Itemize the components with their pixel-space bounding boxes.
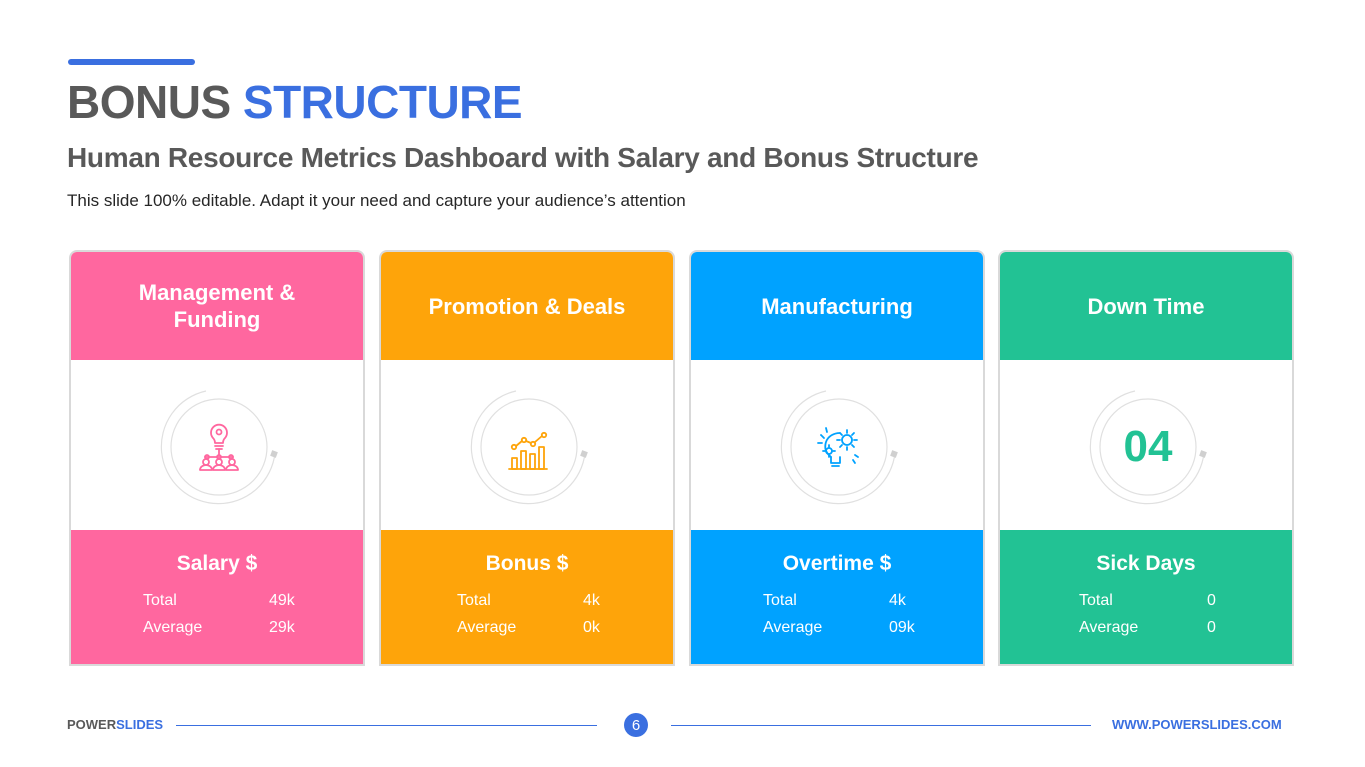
stat-value: 0 bbox=[1207, 592, 1216, 609]
stat-value: 29k bbox=[269, 619, 295, 636]
stat-title: Sick Days bbox=[1096, 552, 1196, 575]
metric-card-downtime: Down Time 04 Sick Days Total 0 Average 0 bbox=[998, 250, 1294, 666]
stat-label: Average bbox=[1079, 619, 1139, 636]
brand-part-1: POWER bbox=[67, 717, 117, 732]
stat-title: Salary $ bbox=[176, 552, 258, 575]
stat-label: Average bbox=[763, 619, 823, 636]
idea-team-icon bbox=[189, 417, 249, 477]
card-header: Manufacturing bbox=[691, 252, 983, 360]
metric-card-manufacturing: Manufacturing Overtime $ Total 4k Averag… bbox=[689, 250, 985, 666]
title-part-2: STRUCTURE bbox=[242, 76, 523, 128]
icon-ring bbox=[469, 387, 589, 507]
card-icon-area: 04 bbox=[1000, 360, 1292, 530]
stat-label: Average bbox=[457, 619, 517, 636]
card-footer: Overtime $ Total 4k Average 09k bbox=[691, 530, 983, 664]
stat-label: Total bbox=[457, 592, 491, 609]
card-icon-area bbox=[691, 360, 983, 530]
icon-ring bbox=[159, 387, 279, 507]
card-header: Promotion & Deals bbox=[381, 252, 673, 360]
page-title: BONUS STRUCTURE bbox=[67, 75, 523, 129]
stat-value: 4k bbox=[583, 592, 600, 609]
downtime-number: 04 bbox=[1123, 422, 1173, 471]
stat-title: Overtime $ bbox=[782, 552, 892, 575]
stat-value: 4k bbox=[889, 592, 906, 609]
page-subtitle: Human Resource Metrics Dashboard with Sa… bbox=[67, 142, 979, 173]
page-description: This slide 100% editable. Adapt it your … bbox=[67, 191, 686, 210]
brand-part-2: SLIDES bbox=[116, 717, 164, 732]
card-footer: Salary $ Total 49k Average 29k bbox=[71, 530, 363, 664]
card-icon-area bbox=[71, 360, 363, 530]
stat-title: Bonus $ bbox=[485, 552, 569, 575]
card-header: Down Time bbox=[1000, 252, 1292, 360]
card-header: Management & Funding bbox=[71, 252, 363, 360]
metric-card-management: Management & Funding Salary $ Total 49k … bbox=[69, 250, 365, 666]
title-accent-bar bbox=[68, 59, 195, 65]
card-footer: Sick Days Total 0 Average 0 bbox=[1000, 530, 1292, 664]
footer-brand-logo: POWERSLIDES bbox=[67, 717, 163, 732]
metric-card-promotion: Promotion & Deals Bonus $ Total 4k Avera… bbox=[379, 250, 675, 666]
stat-value: 0k bbox=[583, 619, 600, 636]
lightbulb-gears-icon bbox=[809, 417, 869, 477]
footer-divider-left bbox=[176, 725, 597, 726]
icon-ring bbox=[779, 387, 899, 507]
footer-url-link[interactable]: WWW.POWERSLIDES.COM bbox=[1112, 717, 1282, 732]
title-part-1: BONUS bbox=[67, 76, 231, 128]
stat-label: Average bbox=[143, 619, 203, 636]
growth-chart-icon bbox=[499, 417, 559, 477]
card-footer: Bonus $ Total 4k Average 0k bbox=[381, 530, 673, 664]
stat-label: Total bbox=[763, 592, 797, 609]
stat-value: 09k bbox=[889, 619, 915, 636]
card-icon-area bbox=[381, 360, 673, 530]
footer-divider-right bbox=[671, 725, 1091, 726]
stat-value: 49k bbox=[269, 592, 295, 609]
icon-ring: 04 bbox=[1088, 387, 1208, 507]
stat-label: Total bbox=[143, 592, 177, 609]
stat-label: Total bbox=[1079, 592, 1113, 609]
stat-value: 0 bbox=[1207, 619, 1216, 636]
page-number-badge: 6 bbox=[624, 713, 648, 737]
